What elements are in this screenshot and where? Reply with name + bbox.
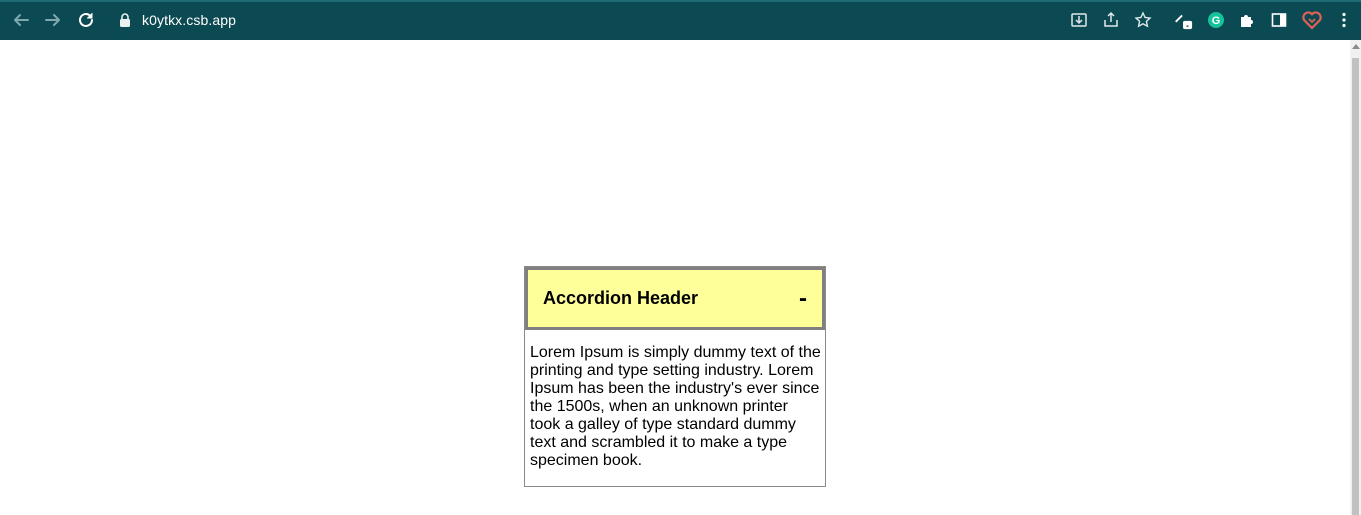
arrow-right-icon	[45, 14, 60, 26]
accordion-collapse-toggle[interactable]: -	[799, 286, 807, 311]
pen-extension-icon	[1175, 14, 1193, 30]
back-button[interactable]	[10, 9, 32, 31]
accordion: Accordion Header - Lorem Ipsum is simply…	[524, 266, 826, 487]
heart-extension-button[interactable]	[1302, 10, 1322, 30]
arrow-left-icon	[14, 14, 29, 26]
kebab-menu-icon	[1342, 12, 1346, 28]
grammarly-icon: G	[1208, 12, 1224, 28]
reload-icon	[79, 12, 93, 27]
accordion-header[interactable]: Accordion Header -	[525, 267, 825, 330]
scrollbar-thumb[interactable]	[1352, 58, 1359, 515]
url-text[interactable]: k0ytkx.csb.app	[142, 12, 236, 28]
puzzle-icon	[1241, 15, 1253, 27]
side-panel-icon	[1271, 13, 1287, 27]
svg-text:G: G	[1212, 15, 1221, 27]
scroll-up-arrow-icon[interactable]	[1352, 44, 1360, 49]
toolbar-top-line	[0, 0, 1361, 2]
reload-button[interactable]	[75, 9, 97, 31]
bookmark-button[interactable]	[1133, 10, 1153, 30]
browser-menu-button[interactable]	[1334, 10, 1354, 30]
page-content: Accordion Header - Lorem Ipsum is simply…	[0, 40, 1350, 515]
share-icon	[1104, 11, 1118, 27]
side-panel-button[interactable]	[1269, 10, 1289, 30]
accordion-header-title: Accordion Header	[543, 288, 699, 308]
address-bar[interactable]	[108, 6, 1163, 35]
heart-extension-icon	[1302, 11, 1322, 30]
forward-button[interactable]	[42, 9, 64, 31]
extensions-button[interactable]	[1237, 10, 1257, 30]
lock-icon[interactable]	[118, 12, 132, 28]
star-icon	[1134, 11, 1152, 28]
pen-extension-button[interactable]	[1173, 10, 1193, 30]
accordion-body-text: Lorem Ipsum is simply dummy text of the …	[530, 344, 821, 469]
install-app-icon	[1071, 13, 1087, 27]
grammarly-extension-button[interactable]: G	[1206, 10, 1226, 30]
share-button[interactable]	[1101, 10, 1121, 30]
install-app-button[interactable]	[1069, 10, 1089, 30]
browser-toolbar: k0ytkx.csb.app G	[0, 0, 1361, 40]
page-scrollbar[interactable]	[1350, 40, 1361, 515]
